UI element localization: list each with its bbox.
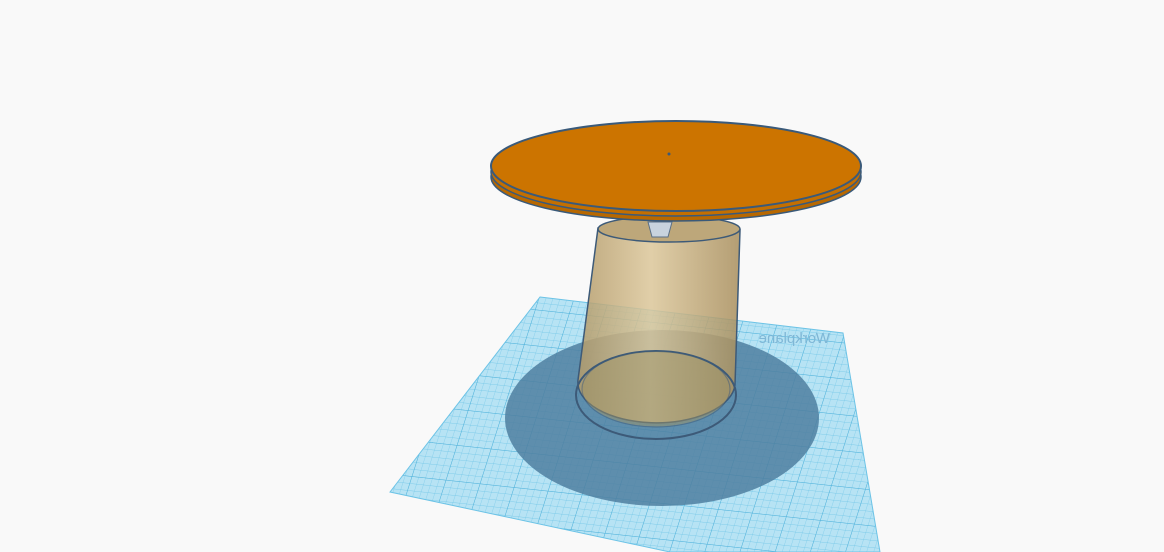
disc-shape[interactable] [490, 120, 862, 222]
cup-shape[interactable] [575, 215, 741, 440]
scene: Workplane [389, 120, 881, 552]
workplane-label: Workplane [759, 330, 830, 347]
3d-viewport[interactable]: Workplane [0, 0, 1164, 552]
